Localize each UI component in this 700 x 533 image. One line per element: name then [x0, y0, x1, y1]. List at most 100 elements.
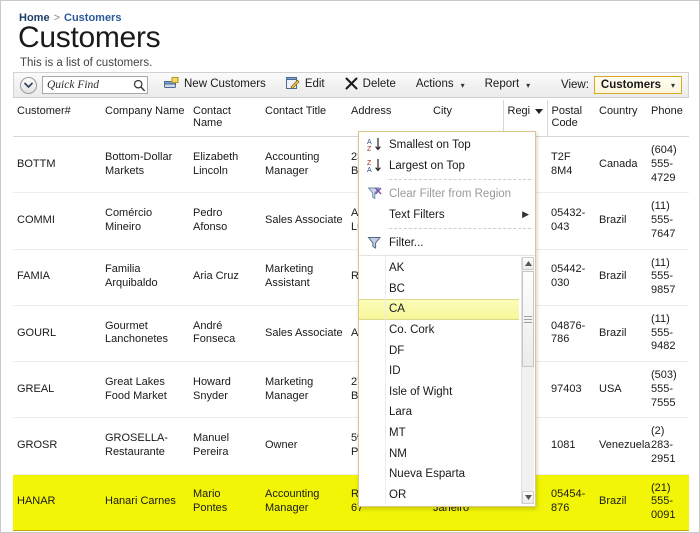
cell-phone: (11) 555-7647 [647, 192, 689, 250]
svg-text:A: A [367, 167, 372, 173]
menu-item-label: Largest on Top [389, 159, 465, 172]
menu-item-label: Text Filters [389, 208, 445, 221]
submenu-arrow-icon: ▶ [522, 209, 529, 219]
svg-text:A: A [367, 139, 372, 146]
cell-phone: (503) 555-7555 [647, 361, 689, 419]
cell-postal-code: 05454-876 [547, 473, 595, 531]
cell-customer-id: GOURL [13, 305, 101, 363]
cell-postal-code: 04876-786 [547, 305, 595, 363]
region-option[interactable]: DF [359, 340, 519, 361]
filter-dropdown-arrow-icon[interactable] [534, 109, 543, 114]
table-row[interactable]: FAMIA Familia Arquibaldo Aria Cruz Marketin… [13, 249, 689, 306]
cell-phone: (11) 555-9482 [647, 305, 689, 363]
report-label: Report [484, 78, 520, 91]
region-option[interactable]: AK [359, 258, 519, 279]
cell-country: Canada [595, 136, 647, 194]
table-row[interactable]: GROSR GROSELLA-Restaurante Manuel Pereira O… [13, 417, 689, 475]
cell-customer-id: HANAR [13, 473, 101, 531]
col-header-customer-number[interactable]: Customer# [13, 100, 101, 137]
scroll-up-button[interactable] [522, 257, 534, 270]
cell-contact-name: Pedro Afonso [189, 192, 261, 250]
cell-contact-title: Owner [261, 417, 347, 475]
table-row[interactable]: GREAL Great Lakes Food Market Howard Snyde… [13, 361, 689, 419]
cell-country: USA [595, 361, 647, 419]
cell-contact-name: Aria Cruz [189, 249, 261, 306]
cell-contact-title: Sales Associate [261, 192, 347, 250]
region-option[interactable]: ID [359, 361, 519, 382]
cell-postal-code: T2F 8M4 [547, 136, 595, 194]
menu-item-label: Clear Filter from Region [389, 187, 512, 200]
region-option[interactable]: Co. Cork [359, 320, 519, 341]
search-icon[interactable] [132, 78, 146, 92]
view-selected-value: Customers [600, 79, 661, 91]
cell-postal-code: 97403 [547, 361, 595, 419]
region-option[interactable]: NM [359, 443, 519, 464]
quick-find-options-button[interactable] [20, 76, 37, 94]
report-menu-button[interactable]: Report ▾ [483, 77, 533, 93]
region-option[interactable]: Isle of Wight [359, 382, 519, 403]
table-row[interactable]: BOTTM Bottom-Dollar Markets Elizabeth Linc… [13, 136, 689, 194]
cell-postal-code: 05442-030 [547, 249, 595, 306]
cell-country: Brazil [595, 249, 647, 306]
chevron-down-icon [24, 82, 33, 88]
customers-table: Customer# Company Name Contact Name Cont… [13, 100, 689, 532]
cell-contact-title: Marketing Manager [261, 361, 347, 419]
none [359, 204, 389, 225]
cell-contact-name: André Fonseca [189, 305, 261, 363]
delete-button[interactable]: Delete [343, 75, 398, 95]
region-option[interactable]: MT [359, 423, 519, 444]
menu-item-largest-on-top[interactable]: Z A Largest on Top [359, 155, 535, 176]
cell-contact-title: Accounting Manager [261, 136, 347, 194]
scrollbar-grip-icon [524, 314, 532, 325]
cell-customer-id: COMMI [13, 192, 101, 250]
region-option[interactable]: CA [359, 299, 519, 320]
cell-company-name: Gourmet Lanchonetes [101, 305, 189, 363]
col-header-country[interactable]: Country [595, 100, 647, 137]
new-customers-button[interactable]: New Customers [162, 75, 268, 95]
col-header-postal-code[interactable]: Postal Code [547, 100, 595, 137]
region-option[interactable]: BC [359, 279, 519, 300]
cell-contact-name: Howard Snyder [189, 361, 261, 419]
table-body: BOTTM Bottom-Dollar Markets Elizabeth Linc… [13, 136, 689, 532]
cell-customer-id: GROSR [13, 417, 101, 475]
col-header-contact-title[interactable]: Contact Title [261, 100, 347, 137]
col-header-region-label: Regi [507, 105, 531, 117]
menu-item-clear-filter-from-region: Clear Filter from Region [359, 183, 535, 204]
scroll-down-button[interactable] [522, 491, 534, 505]
menu-item-smallest-on-top[interactable]: A Z Smallest on Top [359, 134, 535, 155]
cell-customer-id: BOTTM [13, 136, 101, 194]
menu-item-text-filters[interactable]: Text Filters ▶ [359, 204, 535, 225]
delete-label: Delete [362, 78, 396, 91]
quick-find-group [18, 76, 148, 94]
cell-contact-title: Sales Associate [261, 305, 347, 363]
region-option[interactable]: Nueva Esparta [359, 464, 519, 485]
scrollbar-thumb[interactable] [522, 271, 534, 367]
table-header-row: Customer# Company Name Contact Name Cont… [13, 100, 689, 137]
edit-label: Edit [304, 78, 325, 91]
view-selector[interactable]: Customers ▾ [593, 76, 682, 94]
actions-menu-button[interactable]: Actions ▾ [414, 77, 467, 93]
col-header-phone[interactable]: Phone [647, 100, 689, 137]
col-header-company-name[interactable]: Company Name [101, 100, 189, 137]
edit-button[interactable]: Edit [284, 75, 327, 95]
cell-contact-name: Manuel Pereira [189, 417, 261, 475]
region-option[interactable]: Lara [359, 402, 519, 423]
sort-ascending-icon: AZ [359, 134, 389, 155]
triangle-down-icon [524, 495, 532, 501]
table-row[interactable]: GOURL Gourmet Lanchonetes André Fonseca Sal… [13, 305, 689, 363]
menu-item-filter[interactable]: Filter... [359, 232, 535, 253]
menu-vertical-divider [385, 256, 386, 506]
cell-company-name: Hanari Carnes [101, 473, 189, 531]
region-option[interactable]: OR [359, 485, 519, 506]
col-header-contact-name[interactable]: Contact Name [189, 100, 261, 137]
table-row[interactable]: COMMI Comércio Mineiro Pedro Afonso Sales A… [13, 192, 689, 250]
triangle-up-icon [524, 261, 532, 266]
region-value-list: AK BC CA Co. Cork DF ID Isle of Wight Lara MT NM N… [359, 255, 535, 506]
chevron-down-icon: ▾ [670, 80, 675, 90]
funnel-icon [359, 232, 389, 253]
table-row[interactable]: HANAR Hanari Carnes Mario Pontes Accounting… [13, 473, 689, 531]
menu-scrollbar[interactable] [521, 257, 534, 505]
close-icon [345, 77, 358, 93]
chevron-down-icon: ▾ [526, 80, 531, 90]
toolbar: New Customers Edit Delete Actions ▾ Re [13, 72, 689, 98]
